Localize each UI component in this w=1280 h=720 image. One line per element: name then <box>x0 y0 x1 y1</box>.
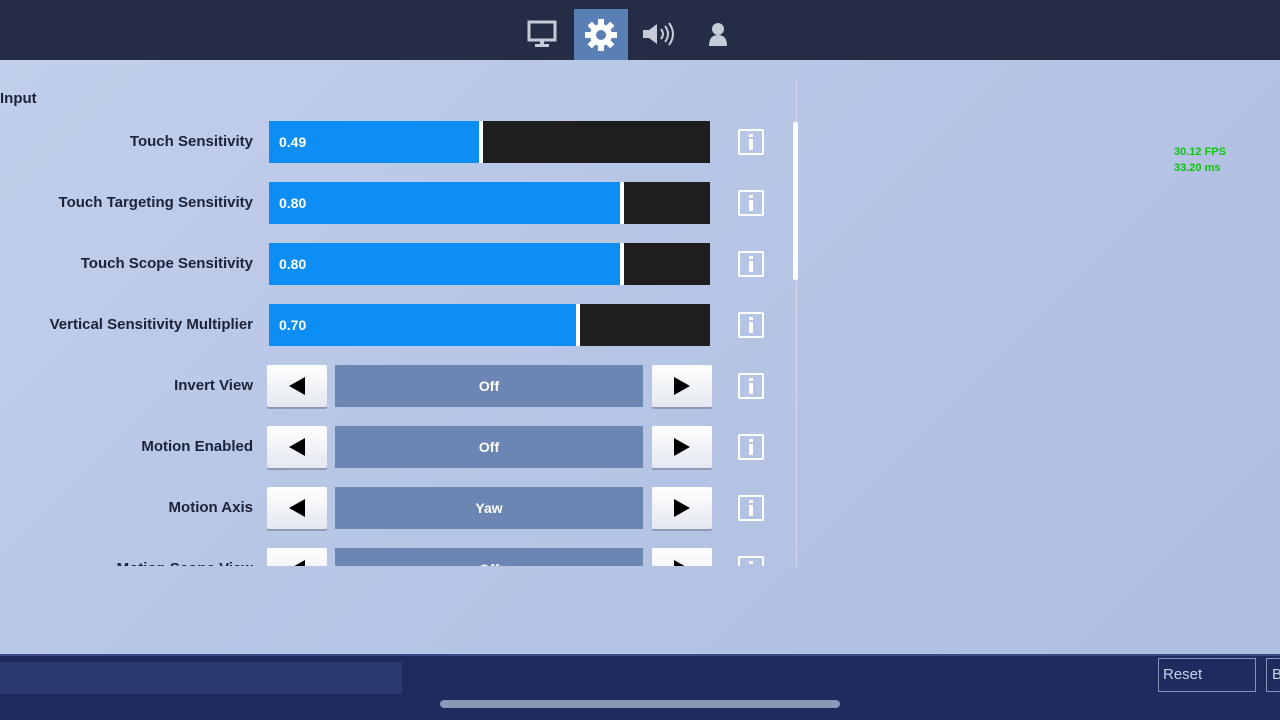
previous-option-button[interactable] <box>267 548 327 566</box>
monitor-icon <box>527 20 557 47</box>
user-icon <box>709 23 727 46</box>
settings-panel: Input Touch Sensitivity 0.49 Touch Targe… <box>0 60 800 566</box>
option-value: Off <box>335 548 643 566</box>
next-option-button[interactable] <box>652 548 712 566</box>
section-title: Input <box>0 90 37 107</box>
setting-label: Touch Targeting Sensitivity <box>58 194 253 211</box>
arrow-right-icon <box>674 377 690 395</box>
tab-video[interactable] <box>515 9 569 59</box>
slider-value: 0.49 <box>279 134 307 150</box>
next-option-button[interactable] <box>652 426 712 468</box>
scrollbar[interactable] <box>793 122 798 280</box>
info-button[interactable] <box>738 434 764 460</box>
reset-button[interactable]: Reset <box>1158 658 1256 692</box>
setting-label: Touch Scope Sensitivity <box>80 255 253 272</box>
info-button[interactable] <box>738 373 764 399</box>
slider-fill <box>269 243 622 285</box>
setting-row-touch-targeting-sensitivity: Touch Targeting Sensitivity 0.80 <box>0 182 800 224</box>
arrow-left-icon <box>294 560 305 566</box>
setting-row-motion-enabled: Motion Enabled Off <box>0 426 800 468</box>
slider-value: 0.80 <box>279 256 307 272</box>
touch-sensitivity-slider[interactable]: 0.49 <box>269 121 710 163</box>
frame-time-value: 33.20 ms <box>1174 162 1221 174</box>
info-icon <box>749 317 753 333</box>
tab-account[interactable] <box>691 9 745 59</box>
info-icon <box>749 500 753 516</box>
touch-targeting-sensitivity-slider[interactable]: 0.80 <box>269 182 710 224</box>
slider-value: 0.80 <box>279 195 307 211</box>
gear-icon <box>585 18 617 51</box>
slider-value: 0.70 <box>279 317 307 333</box>
info-icon <box>749 439 753 455</box>
setting-label: Motion Enabled <box>141 438 253 455</box>
setting-label: Vertical Sensitivity Multiplier <box>49 316 253 333</box>
arrow-left-icon <box>289 377 305 395</box>
option-value: Off <box>335 365 643 407</box>
slider-handle[interactable] <box>576 304 580 346</box>
next-option-button[interactable] <box>652 487 712 529</box>
arrow-right-icon <box>674 560 685 566</box>
vertical-sensitivity-multiplier-slider[interactable]: 0.70 <box>269 304 710 346</box>
info-icon <box>749 378 753 394</box>
info-button[interactable] <box>738 312 764 338</box>
setting-label: Touch Sensitivity <box>129 133 253 150</box>
info-button[interactable] <box>738 495 764 521</box>
tab-game-settings[interactable] <box>574 9 628 60</box>
setting-row-touch-sensitivity: Touch Sensitivity 0.49 <box>0 121 800 163</box>
arrow-left-icon <box>289 438 305 456</box>
setting-row-invert-view: Invert View Off <box>0 365 800 407</box>
info-icon <box>749 195 753 211</box>
home-indicator[interactable] <box>440 700 840 708</box>
slider-handle[interactable] <box>620 182 624 224</box>
option-value: Yaw <box>335 487 643 529</box>
slider-handle[interactable] <box>620 243 624 285</box>
info-icon <box>749 561 753 564</box>
setting-row-touch-scope-sensitivity: Touch Scope Sensitivity 0.80 <box>0 243 800 285</box>
setting-label: Motion Axis <box>168 499 253 516</box>
info-icon <box>749 256 753 272</box>
bottom-bar: Reset B <box>0 654 1280 720</box>
info-button[interactable] <box>738 556 764 566</box>
setting-label: Motion Scope View <box>117 548 253 566</box>
top-tab-bar <box>0 0 1280 60</box>
info-button[interactable] <box>738 129 764 155</box>
slider-handle[interactable] <box>479 121 483 163</box>
arrow-right-icon <box>674 499 690 517</box>
setting-label: Invert View <box>174 377 253 394</box>
previous-option-button[interactable] <box>267 365 327 407</box>
slider-fill <box>269 304 578 346</box>
next-option-button[interactable] <box>652 365 712 407</box>
bottom-hint-field <box>0 662 402 694</box>
back-button[interactable]: B <box>1266 658 1280 692</box>
setting-row-vertical-sensitivity-multiplier: Vertical Sensitivity Multiplier 0.70 <box>0 304 800 346</box>
tab-audio[interactable] <box>632 9 686 59</box>
arrow-left-icon <box>289 499 305 517</box>
previous-option-button[interactable] <box>267 487 327 529</box>
info-button[interactable] <box>738 251 764 277</box>
fps-counter: 30.12 FPS 33.20 ms <box>1174 144 1226 176</box>
setting-row-motion-scope-view: Motion Scope View Off <box>0 548 800 566</box>
arrow-right-icon <box>674 438 690 456</box>
slider-fill <box>269 182 622 224</box>
touch-scope-sensitivity-slider[interactable]: 0.80 <box>269 243 710 285</box>
setting-row-motion-axis: Motion Axis Yaw <box>0 487 800 529</box>
option-value: Off <box>335 426 643 468</box>
info-button[interactable] <box>738 190 764 216</box>
info-icon <box>749 134 753 150</box>
fps-value: 30.12 FPS <box>1174 146 1226 158</box>
speaker-icon <box>643 22 674 46</box>
previous-option-button[interactable] <box>267 426 327 468</box>
